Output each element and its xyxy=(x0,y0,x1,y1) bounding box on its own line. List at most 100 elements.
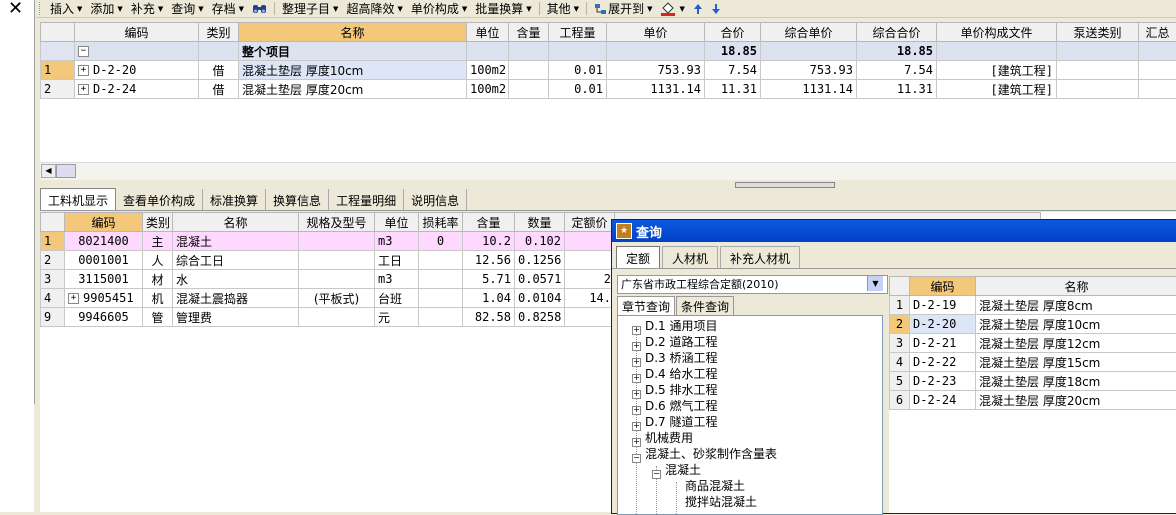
expand-icon[interactable]: + xyxy=(78,65,89,76)
header-content[interactable]: 含量 xyxy=(463,213,515,232)
row-type[interactable]: 管 xyxy=(143,308,173,327)
tree-node[interactable]: 混凝土、砂浆制作含量表 xyxy=(645,446,777,462)
header-spec[interactable]: 规格及型号 xyxy=(299,213,375,232)
row-unit[interactable]: 100m2 xyxy=(467,61,509,80)
header-name[interactable]: 名称 xyxy=(976,277,1176,296)
row-type[interactable]: 人 xyxy=(143,251,173,270)
row-price[interactable] xyxy=(565,232,615,251)
row-name[interactable]: 混凝土垫层 厚度12cm xyxy=(976,334,1176,353)
close-icon[interactable]: ✕ xyxy=(8,0,23,19)
table-row[interactable]: 3 D-2-21 混凝土垫层 厚度12cm xyxy=(890,334,1176,353)
row-code[interactable]: D-2-22 xyxy=(910,353,976,372)
row-amount[interactable]: 0.1256 xyxy=(515,251,565,270)
tree-node[interactable]: 搅拌站混凝土 xyxy=(685,494,757,510)
row-name[interactable]: 混凝土垫层 厚度20cm xyxy=(239,80,467,99)
header-total[interactable]: 合价 xyxy=(705,23,761,42)
summary-row[interactable]: − 整个项目 18.85 18.85 xyxy=(41,42,1176,61)
collapse-icon[interactable]: − xyxy=(652,470,661,479)
row-unit[interactable]: 工日 xyxy=(375,251,419,270)
header-price[interactable]: 单价 xyxy=(607,23,705,42)
row-amount[interactable]: 0.0571 xyxy=(515,270,565,289)
row-pump[interactable] xyxy=(1057,80,1139,99)
tab-standard-conversion[interactable]: 标准换算 xyxy=(203,189,266,210)
row-type[interactable]: 借 xyxy=(199,61,239,80)
row-name[interactable]: 管理费 xyxy=(173,308,299,327)
summary-expander-cell[interactable]: − xyxy=(75,42,199,61)
row-spec[interactable]: (平板式) xyxy=(299,289,375,308)
header-comp-price[interactable]: 综合单价 xyxy=(761,23,857,42)
fill-color-button[interactable]: ▼ xyxy=(656,0,688,17)
row-unit[interactable]: m3 xyxy=(375,232,419,251)
row-content[interactable] xyxy=(509,61,549,80)
collapse-icon[interactable]: − xyxy=(632,454,641,463)
row-index[interactable]: 1 xyxy=(41,61,75,80)
unit-price-menu[interactable]: 单价构成▼ xyxy=(407,0,471,17)
row-amount[interactable]: 0.8258 xyxy=(515,308,565,327)
header-sum[interactable]: 汇总 xyxy=(1139,23,1176,42)
batch-convert-menu[interactable]: 批量换算▼ xyxy=(471,0,535,17)
tab-quantity-detail[interactable]: 工程量明细 xyxy=(329,189,404,210)
row-index[interactable]: 4 xyxy=(890,353,910,372)
height-reduction-menu[interactable]: 超高降效▼ xyxy=(342,0,406,17)
row-type[interactable]: 材 xyxy=(143,270,173,289)
tab-price-composition[interactable]: 查看单价构成 xyxy=(116,189,203,210)
row-price[interactable]: 753.93 xyxy=(607,61,705,80)
header-name[interactable]: 名称 xyxy=(239,23,467,42)
row-name[interactable]: 混凝土 xyxy=(173,232,299,251)
row-pump[interactable] xyxy=(1057,61,1139,80)
row-name[interactable]: 混凝土垫层 厚度8cm xyxy=(976,296,1176,315)
row-content[interactable]: 12.56 xyxy=(463,251,515,270)
chevron-down-icon[interactable]: ▼ xyxy=(867,276,883,291)
expand-icon[interactable]: + xyxy=(632,342,641,351)
row-index[interactable]: 4 xyxy=(41,289,65,308)
header-code[interactable]: 编码 xyxy=(75,23,199,42)
tree-node[interactable]: D.2 道路工程 xyxy=(645,334,718,350)
tree-node[interactable]: D.4 给水工程 xyxy=(645,366,718,382)
row-comp-total[interactable]: 7.54 xyxy=(857,61,937,80)
supplement-menu[interactable]: 补充▼ xyxy=(127,0,167,17)
row-content[interactable]: 1.04 xyxy=(463,289,515,308)
row-loss[interactable] xyxy=(419,308,463,327)
dialog-title-bar[interactable]: ★ 查询 xyxy=(612,220,1176,242)
table-row[interactable]: 5 D-2-23 混凝土垫层 厚度18cm xyxy=(890,372,1176,391)
row-comp-total[interactable]: 11.31 xyxy=(857,80,937,99)
tab-resources[interactable]: 工料机显示 xyxy=(40,188,116,210)
header-amount[interactable]: 数量 xyxy=(515,213,565,232)
table-row[interactable]: 2 D-2-20 混凝土垫层 厚度10cm xyxy=(890,315,1176,334)
expand-icon[interactable]: + xyxy=(632,326,641,335)
expand-icon[interactable]: + xyxy=(78,84,89,95)
tree-node[interactable]: 机械费用 xyxy=(645,430,693,446)
move-down-button[interactable] xyxy=(707,0,725,17)
header-unit[interactable]: 单位 xyxy=(375,213,419,232)
row-loss[interactable] xyxy=(419,270,463,289)
table-row[interactable]: 2 +D-2-24 借 混凝土垫层 厚度20cm 100m2 0.01 1131… xyxy=(41,80,1176,99)
row-code[interactable]: D-2-21 xyxy=(910,334,976,353)
row-index[interactable]: 9 xyxy=(41,308,65,327)
row-index[interactable]: 2 xyxy=(41,251,65,270)
tab-supplement-resources[interactable]: 补充人材机 xyxy=(720,246,800,268)
row-sum[interactable] xyxy=(1139,61,1176,80)
row-amount[interactable]: 0.0104 xyxy=(515,289,565,308)
row-name[interactable]: 综合工日 xyxy=(173,251,299,270)
row-code[interactable]: 3115001 xyxy=(65,270,143,289)
tree-node[interactable]: D.1 通用项目 xyxy=(645,318,718,334)
row-total[interactable]: 7.54 xyxy=(705,61,761,80)
row-amount[interactable]: 0.102 xyxy=(515,232,565,251)
row-name[interactable]: 混凝土震捣器 xyxy=(173,289,299,308)
row-type[interactable]: 机 xyxy=(143,289,173,308)
header-type[interactable]: 类别 xyxy=(199,23,239,42)
tab-quota[interactable]: 定额 xyxy=(616,246,660,268)
header-code[interactable]: 编码 xyxy=(910,277,976,296)
row-code[interactable]: 8021400 xyxy=(65,232,143,251)
header-unit[interactable]: 单位 xyxy=(467,23,509,42)
header-price[interactable]: 定额价 xyxy=(565,213,615,232)
row-unit[interactable]: 台班 xyxy=(375,289,419,308)
row-loss[interactable] xyxy=(419,289,463,308)
tab-conversion-info[interactable]: 换算信息 xyxy=(266,189,329,210)
binoculars-button[interactable] xyxy=(248,0,271,17)
row-code[interactable]: 0001001 xyxy=(65,251,143,270)
scroll-left-icon[interactable]: ◀ xyxy=(41,164,56,178)
row-index[interactable]: 1 xyxy=(41,232,65,251)
expand-to-menu[interactable]: 展开到▼ xyxy=(590,0,656,17)
row-qty[interactable]: 0.01 xyxy=(549,80,607,99)
